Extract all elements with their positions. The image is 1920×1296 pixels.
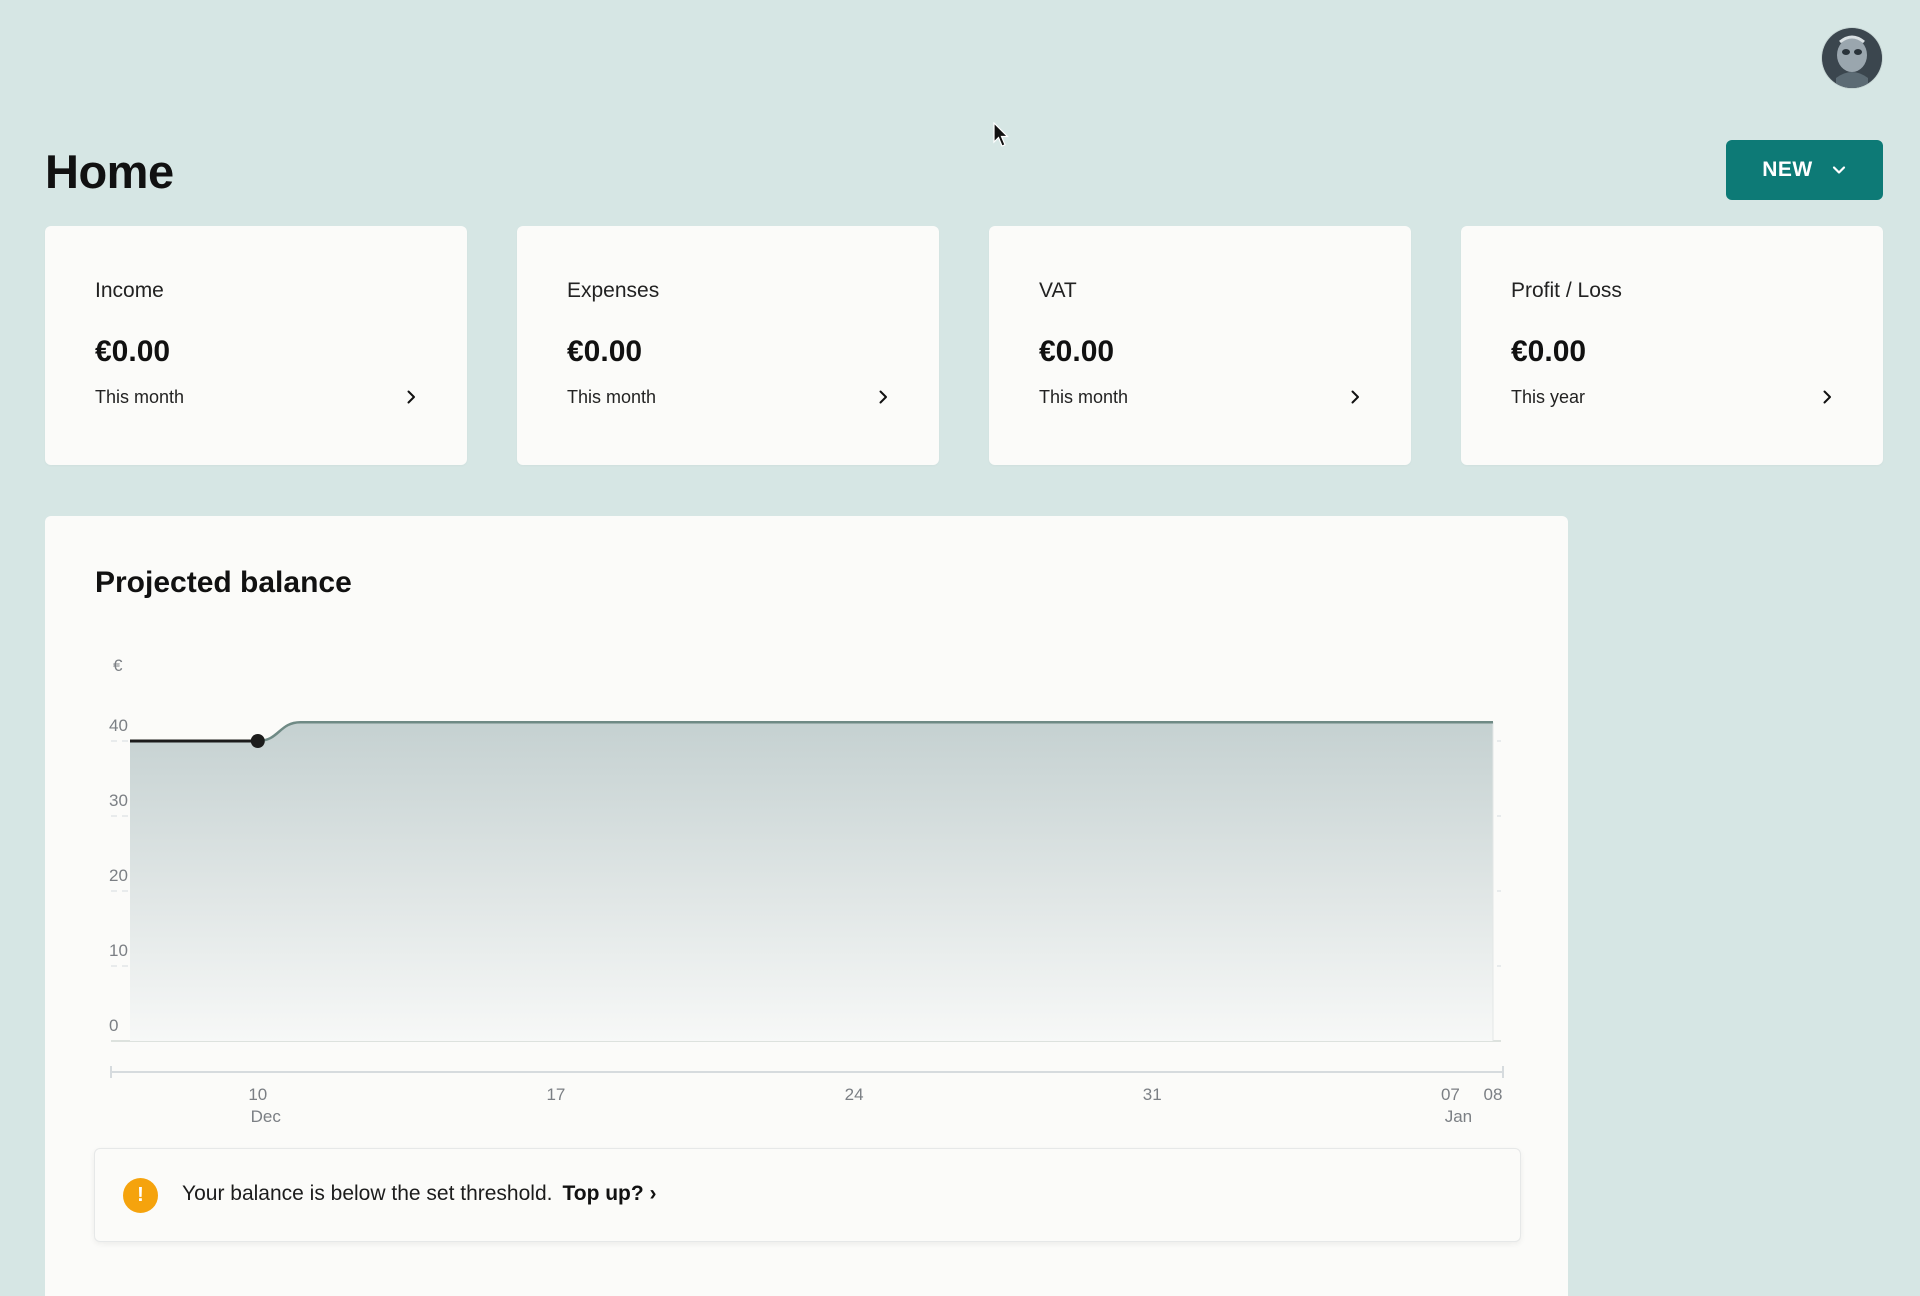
- card-label: Expenses: [567, 279, 660, 302]
- alert-message: Your balance is below the set threshold.…: [182, 1182, 657, 1206]
- alert-text: Your balance is below the set threshold.: [182, 1182, 553, 1205]
- card-period: This month: [1039, 387, 1129, 407]
- current-balance-point: [250, 734, 265, 748]
- card-value: €0.00: [95, 335, 171, 368]
- y-tick-label: 10: [109, 941, 128, 960]
- warning-icon: !: [123, 1178, 158, 1213]
- page: Home NEW Income €0.00 This month Expense…: [0, 0, 1920, 1296]
- mouse-cursor-icon: [993, 122, 1009, 147]
- summary-cards: Income €0.00 This month Expenses €0.00 T…: [45, 226, 1883, 465]
- y-tick-label: 30: [109, 791, 128, 810]
- balance-area-fill: [130, 722, 1493, 1041]
- card-period: This month: [95, 387, 185, 407]
- chevron-right-icon[interactable]: [403, 389, 419, 405]
- income-card[interactable]: Income €0.00 This month: [45, 226, 467, 465]
- card-label: Profit / Loss: [1511, 279, 1622, 302]
- x-tick-sublabel: Dec: [251, 1107, 282, 1126]
- x-tick-label: 31: [1143, 1085, 1162, 1104]
- card-value: €0.00: [567, 335, 643, 368]
- card-value: €0.00: [1039, 335, 1115, 368]
- card-value: €0.00: [1511, 335, 1587, 368]
- y-tick-label: 0: [109, 1016, 118, 1035]
- projected-balance-chart: € 0 10 20 30 40 10 Dec 17 24 31 07 Jan 08: [109, 656, 1504, 1126]
- new-button-label: NEW: [1762, 158, 1813, 181]
- y-axis-unit-label: €: [113, 656, 123, 675]
- chevron-down-icon: [1832, 166, 1845, 174]
- y-tick-label: 40: [109, 716, 128, 735]
- vat-card[interactable]: VAT €0.00 This month: [989, 226, 1411, 465]
- expenses-card[interactable]: Expenses €0.00 This month: [517, 226, 939, 465]
- card-period: This month: [567, 387, 657, 407]
- chevron-right-icon[interactable]: [875, 389, 891, 405]
- new-button[interactable]: NEW: [1726, 140, 1883, 200]
- y-tick-label: 20: [109, 866, 128, 885]
- page-title: Home: [45, 145, 174, 198]
- x-tick-label: 08: [1484, 1085, 1503, 1104]
- x-tick-label: 10: [248, 1085, 267, 1104]
- card-label: Income: [95, 279, 164, 302]
- x-tick-sublabel: Jan: [1445, 1107, 1472, 1126]
- top-up-link[interactable]: Top up? ›: [562, 1182, 656, 1205]
- user-avatar[interactable]: [1822, 28, 1882, 88]
- threshold-alert: ! Your balance is below the set threshol…: [94, 1148, 1521, 1242]
- x-tick-label: 24: [845, 1085, 864, 1104]
- chevron-right-icon[interactable]: [1347, 389, 1363, 405]
- card-period: This year: [1511, 387, 1586, 407]
- card-label: VAT: [1039, 279, 1077, 302]
- x-tick-label: 17: [546, 1085, 565, 1104]
- chevron-right-icon[interactable]: [1819, 389, 1835, 405]
- avatar-photo-icon: [1822, 28, 1882, 88]
- projected-balance-panel: Projected balance € 0 10 20 30 40 10 Dec 17 24 31…: [45, 516, 1568, 1296]
- profit-loss-card[interactable]: Profit / Loss €0.00 This year: [1461, 226, 1883, 465]
- x-tick-label: 07: [1441, 1085, 1460, 1104]
- chart-area: [130, 722, 1494, 1041]
